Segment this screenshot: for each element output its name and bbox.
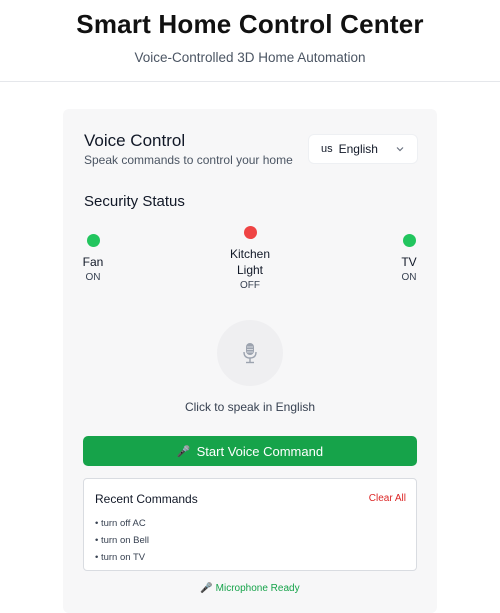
device-fan[interactable]: Fan ON — [63, 234, 123, 283]
recent-commands-panel: Recent Commands Clear All • turn off AC … — [83, 478, 417, 571]
device-kitchen-light[interactable]: Kitchen Light OFF — [222, 226, 278, 291]
status-dot-icon — [86, 234, 100, 247]
device-name: Kitchen Light — [229, 247, 271, 277]
list-item: • turn off AC — [95, 518, 146, 529]
list-item: • turn on Bell — [95, 535, 150, 546]
page-title: Smart Home Control Center — [76, 9, 424, 39]
list-item: • turn on TV — [95, 552, 146, 563]
voice-control-title: Voice Control — [84, 131, 186, 150]
device-state: ON — [401, 272, 417, 283]
status-dot-icon — [243, 226, 257, 239]
language-selected: English — [338, 142, 378, 156]
start-voice-command-button[interactable]: 🎤 Start Voice Command — [83, 436, 417, 466]
language-select[interactable]: us English — [308, 134, 418, 164]
microphone-button[interactable] — [217, 320, 283, 386]
voice-control-subtitle: Speak commands to control your home — [84, 153, 293, 167]
microphone-icon: 🎤 — [176, 445, 191, 458]
clear-all-button[interactable]: Clear All — [369, 493, 406, 504]
start-voice-command-label: Start Voice Command — [196, 443, 324, 459]
recent-commands-title: Recent Commands — [95, 492, 198, 506]
page-subtitle: Voice-Controlled 3D Home Automation — [134, 50, 366, 65]
voice-control-card: Voice Control Speak commands to control … — [63, 109, 437, 613]
us-flag-icon: us — [321, 143, 333, 155]
microphone-status: 🎤 Microphone Ready — [63, 583, 437, 594]
recent-commands-list: • turn off AC • turn on Bell • turn on T… — [95, 515, 149, 566]
microphone-icon: 🎤 — [200, 583, 216, 594]
microphone-icon — [243, 343, 257, 364]
page-header: Smart Home Control Center Voice-Controll… — [0, 0, 500, 82]
device-name: Fan — [82, 255, 104, 269]
device-tv[interactable]: TV ON — [379, 234, 439, 283]
security-status-title: Security Status — [84, 193, 185, 210]
device-name: TV — [401, 255, 417, 269]
status-dot-icon — [402, 234, 416, 247]
chevron-down-icon — [396, 147, 404, 152]
mic-hint-text: Click to speak in English — [184, 400, 316, 414]
device-state: OFF — [240, 280, 260, 291]
device-state: ON — [85, 272, 101, 283]
microphone-status-text: Microphone Ready — [215, 583, 300, 594]
